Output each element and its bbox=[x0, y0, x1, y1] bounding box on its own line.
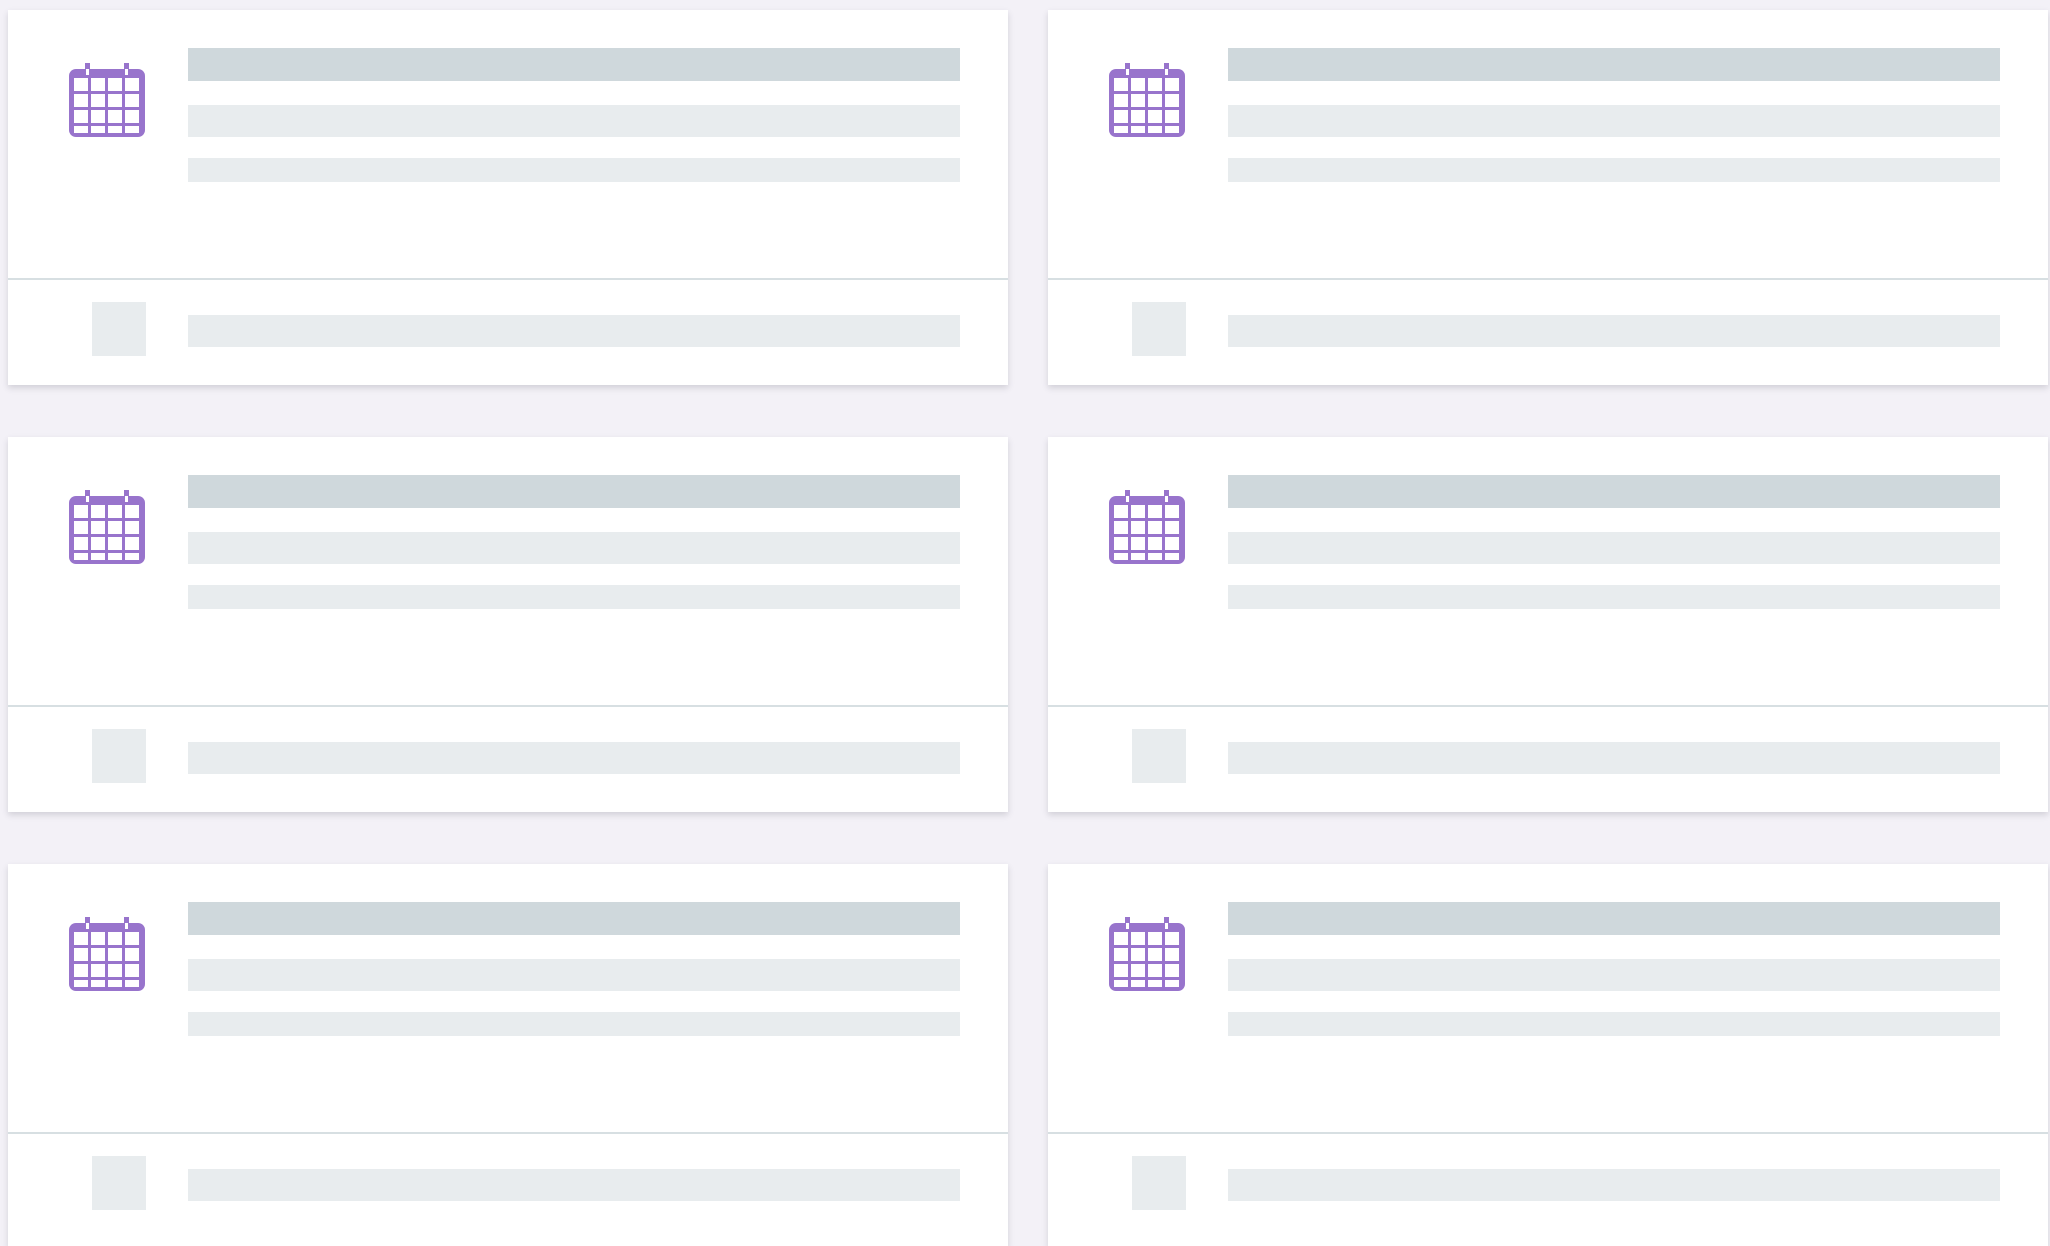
skeleton-card bbox=[1048, 437, 2048, 812]
subtitle-placeholder bbox=[188, 532, 960, 564]
calendar-icon bbox=[1109, 917, 1185, 991]
calendar-icon bbox=[1109, 490, 1185, 564]
footer-placeholder bbox=[188, 315, 960, 347]
detail-placeholder bbox=[1228, 1012, 2000, 1036]
subtitle-placeholder bbox=[1228, 959, 2000, 991]
calendar-icon bbox=[1109, 63, 1185, 137]
calendar-icon bbox=[69, 490, 145, 564]
footer-placeholder bbox=[188, 742, 960, 774]
detail-placeholder bbox=[188, 585, 960, 609]
card-header-section bbox=[8, 864, 1008, 1134]
subtitle-placeholder bbox=[1228, 105, 2000, 137]
calendar-icon bbox=[69, 917, 145, 991]
card-header-section bbox=[8, 437, 1008, 707]
footer-placeholder bbox=[1228, 1169, 2000, 1201]
thumbnail-placeholder bbox=[92, 1156, 146, 1210]
title-placeholder bbox=[188, 48, 960, 81]
skeleton-card bbox=[8, 10, 1008, 385]
thumbnail-placeholder bbox=[92, 302, 146, 356]
footer-placeholder bbox=[188, 1169, 960, 1201]
card-header-section bbox=[1048, 437, 2048, 707]
footer-placeholder bbox=[1228, 742, 2000, 774]
title-placeholder bbox=[188, 902, 960, 935]
title-placeholder bbox=[188, 475, 960, 508]
detail-placeholder bbox=[1228, 158, 2000, 182]
footer-placeholder bbox=[1228, 315, 2000, 347]
subtitle-placeholder bbox=[1228, 532, 2000, 564]
skeleton-card bbox=[1048, 10, 2048, 385]
thumbnail-placeholder bbox=[1132, 302, 1186, 356]
skeleton-card bbox=[8, 437, 1008, 812]
calendar-icon bbox=[69, 63, 145, 137]
thumbnail-placeholder bbox=[92, 729, 146, 783]
thumbnail-placeholder bbox=[1132, 1156, 1186, 1210]
card-header-section bbox=[1048, 10, 2048, 280]
detail-placeholder bbox=[188, 1012, 960, 1036]
detail-placeholder bbox=[188, 158, 960, 182]
skeleton-card bbox=[8, 864, 1008, 1246]
subtitle-placeholder bbox=[188, 959, 960, 991]
title-placeholder bbox=[1228, 902, 2000, 935]
card-header-section bbox=[1048, 864, 2048, 1134]
subtitle-placeholder bbox=[188, 105, 960, 137]
detail-placeholder bbox=[1228, 585, 2000, 609]
card-header-section bbox=[8, 10, 1008, 280]
thumbnail-placeholder bbox=[1132, 729, 1186, 783]
title-placeholder bbox=[1228, 48, 2000, 81]
skeleton-card bbox=[1048, 864, 2048, 1246]
skeleton-card-grid bbox=[0, 0, 2050, 1246]
title-placeholder bbox=[1228, 475, 2000, 508]
